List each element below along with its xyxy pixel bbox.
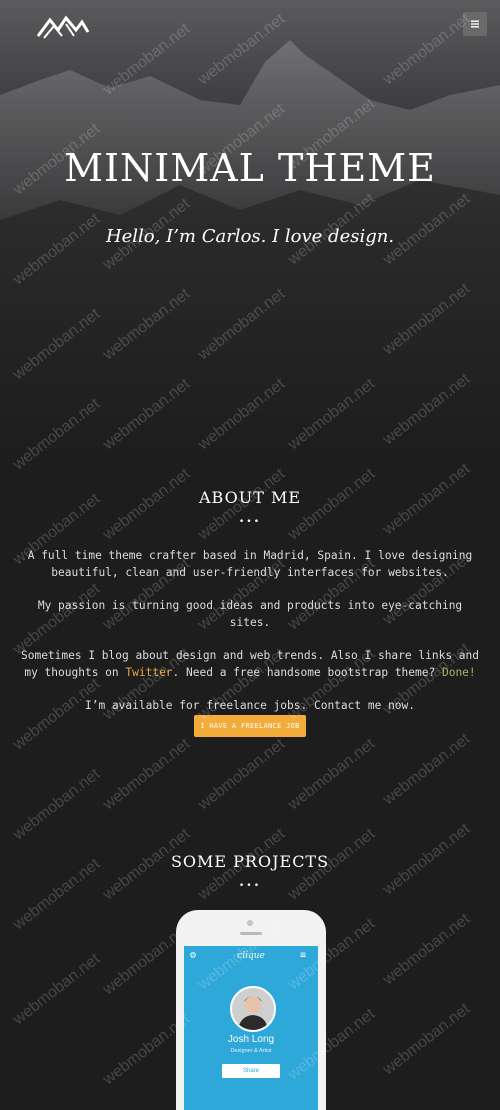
app-logo: clique — [237, 951, 265, 961]
about-dots-divider: ••• — [238, 517, 262, 527]
about-paragraph-1: A full time theme crafter based in Madri… — [27, 549, 473, 579]
profile-name: Josh Long — [227, 1034, 275, 1045]
phone-speaker — [240, 932, 262, 935]
watermark-text: webmoban.net — [380, 910, 474, 989]
watermark-text: webmoban.net — [285, 735, 379, 814]
hamburger-icon: ≡ — [300, 950, 307, 961]
freelance-job-button[interactable]: I HAVE A FREELANCE JOB — [194, 715, 306, 737]
about-text: A full time theme crafter based in Madri… — [20, 547, 480, 714]
watermark-text: webmoban.net — [380, 1000, 474, 1079]
watermark-text: webmoban.net — [10, 765, 104, 844]
about-paragraph-3: Sometimes I blog about design and web tr… — [20, 647, 480, 681]
watermark-text: webmoban.net — [10, 950, 104, 1029]
done-link[interactable]: Done! — [442, 666, 476, 679]
about-title: ABOUT ME — [198, 488, 302, 507]
project-phone-mockup[interactable]: ⚙ clique ≡ Josh Long Designer & Artist S… — [176, 910, 326, 1110]
watermark-text: webmoban.net — [195, 735, 289, 814]
app-bar: ⚙ clique ≡ — [184, 946, 318, 968]
hamburger-menu-icon — [471, 20, 479, 28]
profile-role: Designer & Artist — [230, 1048, 272, 1054]
watermark-text: webmoban.net — [380, 730, 474, 809]
mountain-logo-icon[interactable] — [36, 14, 90, 40]
menu-toggle-button[interactable] — [463, 12, 487, 36]
avatar — [230, 986, 276, 1032]
hero-section: MINIMAL THEME Hello, I’m Carlos. I love … — [0, 0, 500, 460]
about-paragraph-2: My passion is turning good ideas and pro… — [37, 599, 463, 629]
hero-subtitle: Hello, I’m Carlos. I love design. — [105, 226, 395, 247]
about-paragraph-4: I’m available for freelance jobs. Contac… — [84, 699, 416, 712]
phone-screen: ⚙ clique ≡ Josh Long Designer & Artist S… — [184, 946, 318, 1110]
share-button[interactable]: Share — [222, 1064, 280, 1078]
projects-title: SOME PROJECTS — [170, 852, 330, 871]
projects-dots-divider: ••• — [238, 881, 262, 891]
twitter-link[interactable]: Twitter — [125, 666, 172, 679]
hero-title: MINIMAL THEME — [64, 146, 436, 190]
about-p3-middle: . Need a free handsome bootstrap theme? — [172, 666, 442, 679]
watermark-text: webmoban.net — [100, 735, 194, 814]
phone-camera — [247, 920, 253, 926]
